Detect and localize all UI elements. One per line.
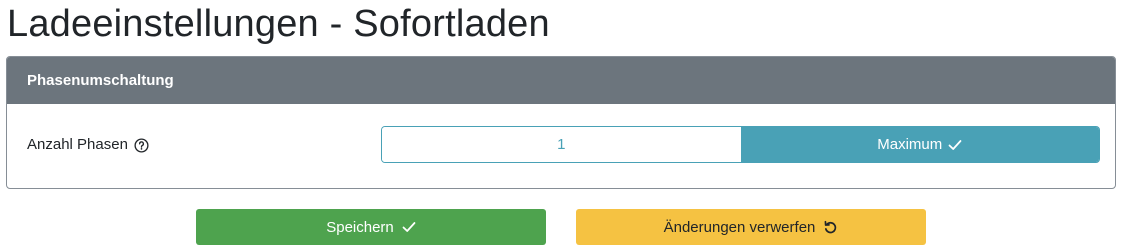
discard-button-label: Änderungen verwerfen [663,218,816,236]
card-header: Phasenumschaltung [7,57,1115,104]
discard-changes-button[interactable]: Änderungen verwerfen [576,209,926,245]
check-icon [948,139,962,151]
card-body: Anzahl Phasen 1 Maximum [7,104,1115,188]
page-title: Ladeeinstellungen - Sofortladen [7,3,550,45]
save-button-label: Speichern [326,218,394,236]
question-circle-icon-svg [134,137,149,153]
phase-count-label: Anzahl Phasen [27,136,128,153]
phase-option-1-label: 1 [557,136,566,153]
phase-count-label-row: Anzahl Phasen [27,135,149,155]
phase-count-toggle-group: 1 Maximum [381,126,1100,163]
undo-icon [823,220,838,235]
phase-switch-card: Phasenumschaltung Anzahl Phasen 1 Maximu… [6,56,1116,189]
save-button[interactable]: Speichern [196,209,546,245]
phase-option-maximum-label: Maximum [877,136,943,153]
check-icon [402,221,416,233]
phase-option-maximum-button[interactable]: Maximum [740,127,1099,162]
question-circle-icon[interactable] [134,137,149,153]
phase-option-1-button[interactable]: 1 [382,127,741,162]
